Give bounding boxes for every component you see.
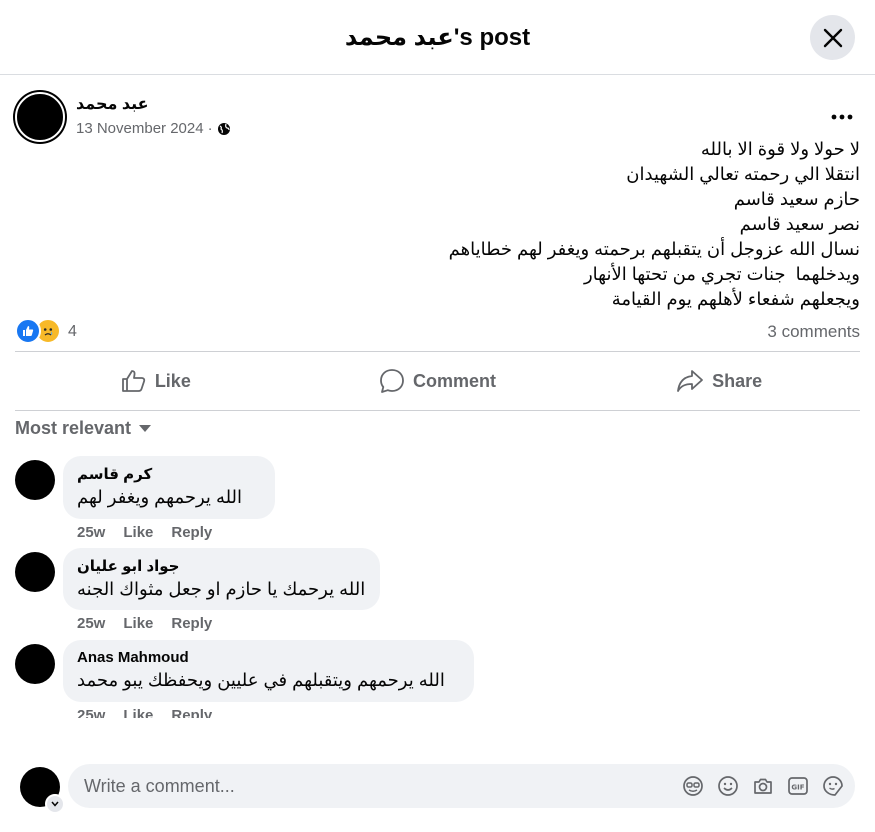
camera-button[interactable]: [751, 774, 775, 798]
chevron-down-icon: [51, 801, 59, 807]
svg-text:GIF: GIF: [791, 784, 804, 792]
gif-icon: GIF: [788, 777, 808, 795]
commenter-avatar[interactable]: [15, 644, 55, 684]
emoji-icon: [718, 776, 738, 796]
like-reaction-icon: [15, 318, 41, 344]
comment-composer: GIF: [0, 747, 875, 832]
composer-tools: GIF: [681, 774, 845, 798]
sticker-icon: [823, 776, 843, 796]
commenter-name[interactable]: Anas Mahmoud: [77, 649, 460, 666]
comment-reply-button[interactable]: Reply: [171, 707, 212, 718]
sticker-button[interactable]: [821, 774, 845, 798]
comment-text: الله يرحمهم ويتقبلهم في عليين ويحفظك يبو…: [77, 670, 445, 690]
avatar-sticker-button[interactable]: [681, 774, 705, 798]
comment-input[interactable]: [82, 774, 646, 798]
comment-bubble: Anas Mahmoud الله يرحمهم ويتقبلهم في علي…: [63, 640, 474, 702]
profile-switch-button[interactable]: [45, 794, 65, 814]
comment-like-button[interactable]: Like: [123, 707, 153, 718]
comment-time[interactable]: 25w: [77, 707, 105, 718]
camera-icon: [754, 778, 772, 794]
comment-actions: 25w Like Reply: [77, 707, 212, 718]
comments-scroll-area[interactable]: Anas Mahmoud الله يرحمهم ويتقبلهم في علي…: [0, 0, 875, 718]
avatar-sticker-icon: [683, 776, 703, 796]
gif-button[interactable]: GIF: [786, 774, 810, 798]
comment-input-box[interactable]: GIF: [68, 764, 855, 808]
emoji-button[interactable]: [716, 774, 740, 798]
